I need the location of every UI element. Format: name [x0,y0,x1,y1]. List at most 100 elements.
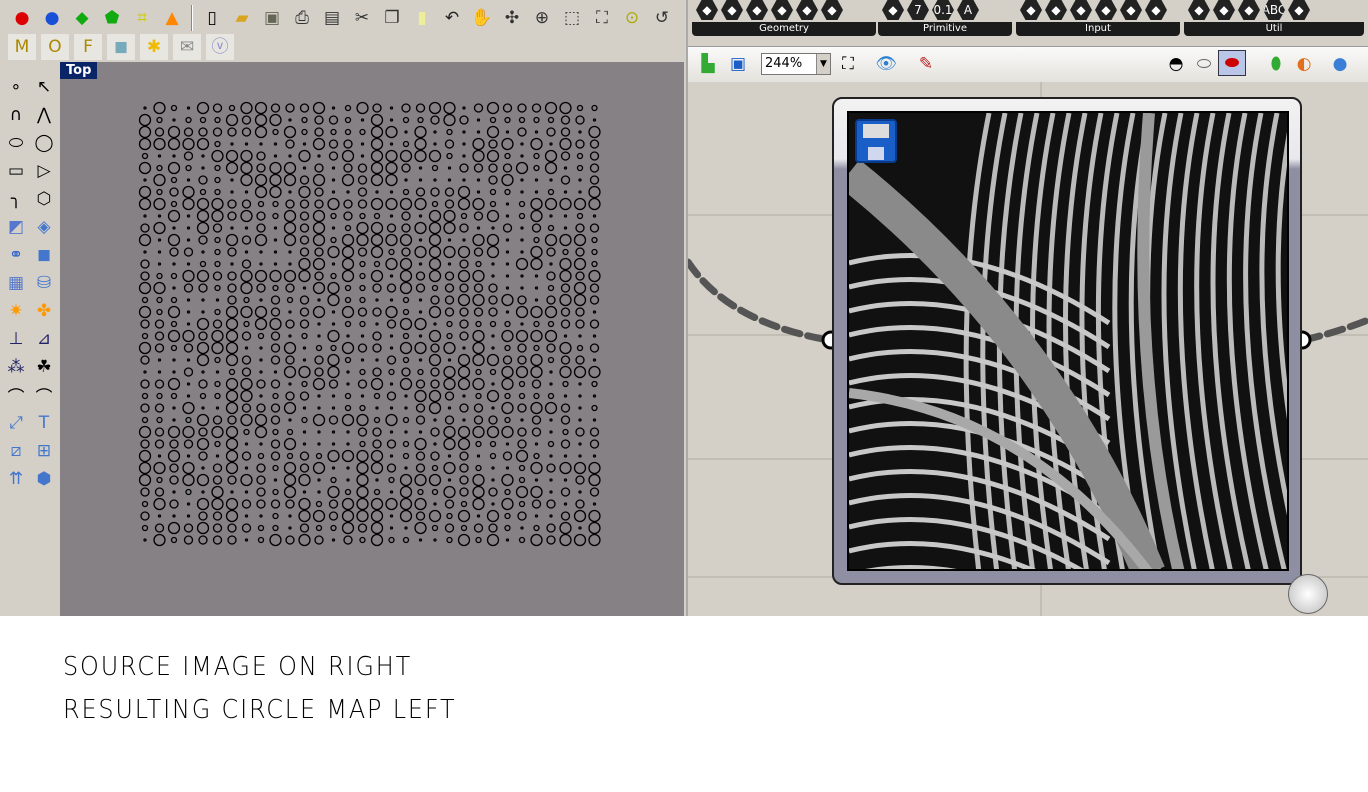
top-viewport[interactable] [60,62,684,616]
dimension-angle-icon[interactable]: ⊿ [31,326,57,352]
resize-handle[interactable] [1288,574,1328,614]
chevron-down-icon[interactable]: ▼ [816,54,830,74]
sketch-pen-icon[interactable]: ✎ [912,51,940,77]
ribbon-tab-label[interactable]: Primitive [878,22,1012,36]
mesh-surface-icon[interactable]: ▦ [3,270,29,296]
grasshopper-canvas[interactable] [688,82,1368,616]
copy-icon[interactable]: ❐ [378,5,406,31]
drop-icon[interactable]: ◆ [882,0,904,20]
sphere-blue-icon[interactable]: ● [38,5,66,31]
extrude-icon[interactable]: ⇈ [3,466,29,492]
rectangle-icon[interactable]: ▭ [3,158,29,184]
sphere-red-icon[interactable]: ● [8,5,36,31]
spiral-icon[interactable]: ◆ [796,0,818,20]
tag-m-icon[interactable]: M [8,34,36,60]
graph-icon[interactable]: ◆ [1045,0,1067,20]
line-icon[interactable]: ◆ [821,0,843,20]
wireframe-icon[interactable]: ⬭ [1190,51,1218,77]
explode-icon[interactable]: ✷ [3,298,29,324]
undo-view-icon[interactable]: ↺ [648,5,676,31]
cut-icon[interactable]: ✂ [348,5,376,31]
component-0-1[interactable]: 0.1 [932,0,954,20]
zoom-select[interactable]: 244% ▼ [761,53,831,75]
scale-icon[interactable]: ⤢ [3,410,29,436]
arrow-icon[interactable]: ◆ [721,0,743,20]
eye-icon[interactable]: 👁 [872,51,900,77]
puzzle-icon[interactable]: ✤ [31,298,57,324]
preview-icon[interactable]: ◓ [1162,51,1190,77]
circle-icon[interactable]: ◯ [31,130,57,156]
blend-curve-icon[interactable]: ⌒ [3,382,29,408]
point-icon[interactable]: ∘ [3,74,29,100]
shaded-group-icon[interactable]: ☘ [31,354,57,380]
shaded-icon[interactable]: ⬬ [1218,50,1246,76]
tree-icon[interactable]: ◆ [1188,0,1210,20]
polyline-icon[interactable]: ⋀ [31,102,57,128]
polygon-arc-icon[interactable]: ▷ [31,158,57,184]
asterisk-icon[interactable]: ✱ [140,34,168,60]
envelope-icon[interactable]: ✉ [173,34,201,60]
v-circle-icon[interactable]: ⓥ [206,34,234,60]
patch-icon[interactable]: ◈ [31,214,57,240]
toggle-icon[interactable]: ◆ [1070,0,1092,20]
zoom-window-icon[interactable]: ⬚ [558,5,586,31]
text-icon[interactable]: T [31,410,57,436]
hexagon-icon[interactable]: ⬡ [31,186,57,212]
component-abc[interactable]: ABC [1263,0,1285,20]
fillet-icon[interactable]: ╮ [3,186,29,212]
pan-hand-icon[interactable]: ✋ [468,5,496,31]
viewport-label[interactable]: Top [60,62,98,79]
component-7[interactable]: 7 [907,0,929,20]
select-arrow-icon[interactable]: ↖ [31,74,57,100]
cylinder-icon[interactable]: ⛁ [31,270,57,296]
open-folder-icon[interactable]: ▰ [228,5,256,31]
save-icon[interactable]: ▣ [258,5,286,31]
circle-icon[interactable]: ◆ [746,0,768,20]
image-sampler-node[interactable] [832,97,1302,585]
cube-icon[interactable]: ◼ [107,34,135,60]
button-icon[interactable]: ◆ [1095,0,1117,20]
undo-icon[interactable]: ↶ [438,5,466,31]
zoom-selected-icon[interactable]: ⊙ [618,5,646,31]
paint-icon[interactable]: ◆ [1288,0,1310,20]
material-icon[interactable]: ◐ [1290,51,1318,77]
ribbon-tab-label[interactable]: Input [1016,22,1180,36]
gradient-icon[interactable]: ◆ [1238,0,1260,20]
control-points-icon[interactable]: ⌗ [128,5,156,31]
print-icon[interactable]: ⎙ [288,5,316,31]
cone-orange-icon[interactable]: ▲ [158,5,186,31]
save-icon[interactable]: ▣ [724,51,752,77]
x-icon[interactable]: ◆ [696,0,718,20]
rotate-view-icon[interactable]: ✣ [498,5,526,31]
chart-icon[interactable]: ◆ [1213,0,1235,20]
ellipse-icon[interactable]: ⬭ [3,130,29,156]
save-icon[interactable] [855,119,897,163]
open-icon[interactable]: ▙ [694,51,722,77]
ribbon-tab-label[interactable]: Geometry [692,22,876,36]
slider-icon[interactable]: ◆ [1120,0,1142,20]
component-a[interactable]: A [957,0,979,20]
zoom-icon[interactable]: ⊕ [528,5,556,31]
import-icon[interactable]: ▤ [318,5,346,31]
import-icon[interactable]: ◆ [1020,0,1042,20]
dimension-icon[interactable]: ⊥ [3,326,29,352]
tag-f-icon[interactable]: F [74,34,102,60]
group-icon[interactable]: ⁂ [3,354,29,380]
arc-icon[interactable]: ⌒ [31,382,57,408]
tag-o-icon[interactable]: O [41,34,69,60]
shield-green-icon[interactable]: ⬟ [98,5,126,31]
ribbon-tab-label[interactable]: Util [1184,22,1364,36]
transform-icon[interactable]: ⧄ [3,438,29,464]
paste-icon[interactable]: ▮ [408,5,436,31]
hide-icon[interactable]: ⬮ [1262,51,1290,77]
surface-icon[interactable]: ◩ [3,214,29,240]
arc-icon[interactable]: ◆ [771,0,793,20]
new-file-icon[interactable]: ▯ [198,5,226,31]
sphere-icon[interactable]: ● [1326,51,1354,77]
zoom-extents-icon[interactable]: ⛶ [834,51,862,77]
array-icon[interactable]: ⊞ [31,438,57,464]
boolean-icon[interactable]: ⚭ [3,242,29,268]
box-icon[interactable]: ◼ [31,242,57,268]
curve-icon[interactable]: ∩ [3,102,29,128]
zoom-extents-icon[interactable]: ⛶ [588,5,616,31]
